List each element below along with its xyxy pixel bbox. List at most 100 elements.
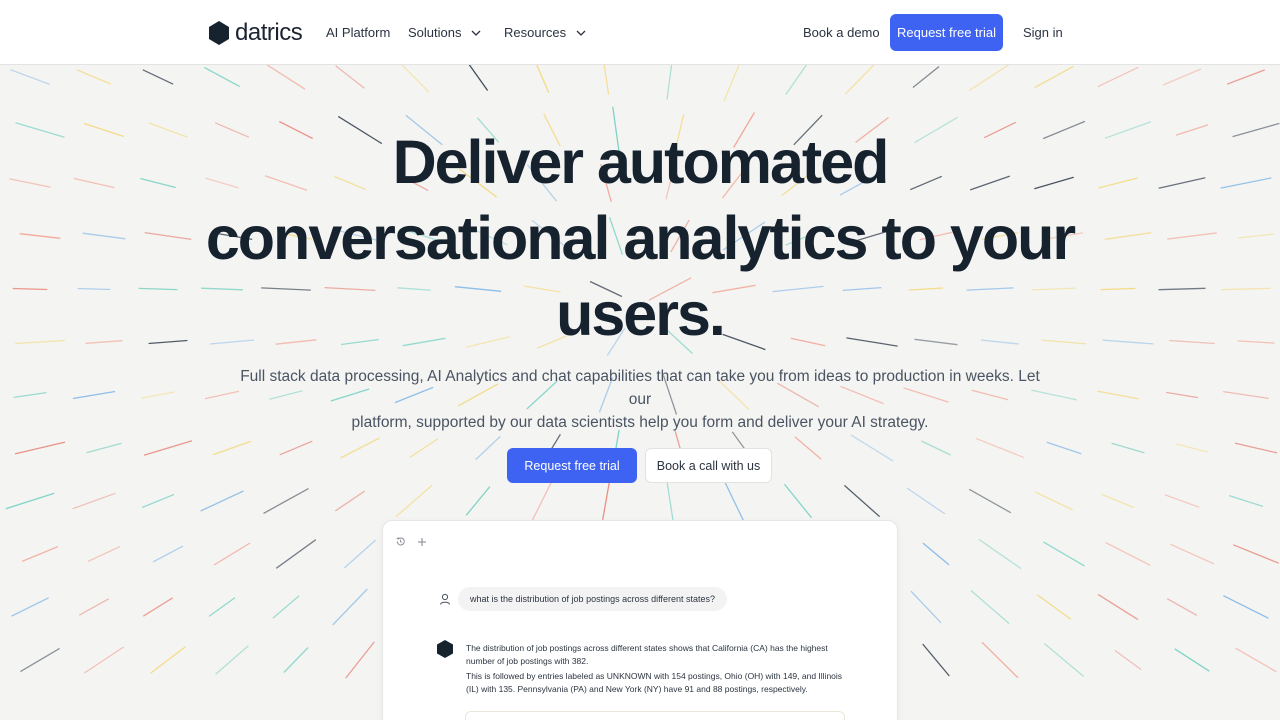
decorative-line xyxy=(844,65,875,95)
bot-response-paragraph: This is followed by entries labeled as U… xyxy=(466,671,843,694)
decorative-line xyxy=(275,539,317,569)
decorative-line xyxy=(152,545,184,563)
hero-title-line2: conversational analytics to your xyxy=(205,204,1076,272)
hero-title: Deliver automated conversational analyti… xyxy=(200,124,1080,352)
hexagon-logo-icon xyxy=(209,21,229,45)
hero-title-line3: users. xyxy=(556,280,726,348)
decorative-line xyxy=(1102,339,1154,345)
decorative-line xyxy=(144,231,192,241)
decorative-line xyxy=(142,69,174,85)
sign-in-link[interactable]: Sign in xyxy=(1023,25,1063,40)
decorative-line xyxy=(73,177,115,189)
decorative-line xyxy=(409,438,439,458)
decorative-line xyxy=(1105,542,1151,566)
decorative-line xyxy=(204,390,240,400)
bot-response: The distribution of job postings across … xyxy=(466,642,846,696)
decorative-line xyxy=(395,484,433,518)
user-icon xyxy=(440,593,450,605)
decorative-line xyxy=(215,645,249,675)
decorative-line xyxy=(1164,494,1200,508)
decorative-line xyxy=(1097,593,1139,621)
chat-input-box[interactable] xyxy=(465,711,845,720)
user-message-row: what is the distribution of job postings… xyxy=(438,587,727,611)
nav-solutions[interactable]: Solutions xyxy=(408,25,481,40)
decorative-line xyxy=(1104,232,1152,240)
chevron-down-icon xyxy=(472,30,481,36)
book-demo-link[interactable]: Book a demo xyxy=(803,25,880,40)
decorative-line xyxy=(1162,68,1202,86)
nav-resources[interactable]: Resources xyxy=(504,25,586,40)
logo[interactable]: datrics xyxy=(208,19,303,47)
decorative-line xyxy=(335,65,365,89)
decorative-line xyxy=(723,479,745,523)
decorative-line xyxy=(1165,391,1199,399)
decorative-line xyxy=(921,440,951,456)
plus-icon[interactable] xyxy=(417,536,427,550)
decorative-line xyxy=(910,590,942,624)
nav-solutions-label: Solutions xyxy=(408,25,462,40)
decorative-line xyxy=(1111,442,1145,454)
decorative-line xyxy=(12,287,48,291)
decorative-line xyxy=(1229,494,1263,508)
decorative-line xyxy=(20,647,60,673)
decorative-line xyxy=(906,487,946,515)
decorative-line xyxy=(602,481,610,521)
request-trial-button[interactable]: Request free trial xyxy=(507,448,637,483)
decorative-line xyxy=(785,65,808,95)
bot-response-paragraph: The distribution of job postings across … xyxy=(466,643,828,666)
decorative-line xyxy=(9,178,51,188)
hero-subtitle: Full stack data processing, AI Analytics… xyxy=(240,365,1040,434)
decorative-line xyxy=(345,641,375,679)
nav-ai-platform[interactable]: AI Platform xyxy=(326,25,390,40)
decorative-line xyxy=(141,391,175,399)
decorative-line xyxy=(1175,124,1209,136)
decorative-line xyxy=(975,437,1025,459)
decorative-line xyxy=(148,339,188,345)
decorative-line xyxy=(536,65,550,94)
decorative-line xyxy=(1235,647,1277,673)
decorative-line xyxy=(343,539,377,569)
decorative-line xyxy=(1169,339,1215,345)
decorative-line xyxy=(1043,643,1085,677)
decorative-line xyxy=(794,436,822,460)
logo-text: datrics xyxy=(235,19,303,46)
decorative-line xyxy=(1036,594,1072,620)
decorative-line xyxy=(603,65,610,95)
decorative-line xyxy=(1232,122,1280,138)
decorative-line xyxy=(1226,69,1266,85)
decorative-line xyxy=(340,437,380,459)
history-icon[interactable] xyxy=(395,536,406,550)
decorative-line xyxy=(15,339,65,345)
decorative-line xyxy=(1220,177,1272,189)
decorative-line xyxy=(21,545,59,563)
decorative-line xyxy=(272,595,300,619)
decorative-line xyxy=(283,647,309,673)
decorative-line xyxy=(1233,544,1279,564)
decorative-line xyxy=(1097,66,1139,88)
decorative-line xyxy=(850,434,894,462)
decorative-line xyxy=(208,597,236,617)
decorative-line xyxy=(76,69,112,85)
decorative-line xyxy=(922,643,950,677)
decorative-line xyxy=(279,440,313,456)
decorative-line xyxy=(1223,595,1269,619)
decorative-line xyxy=(475,435,501,461)
decorative-line xyxy=(465,486,491,516)
decorative-line xyxy=(82,232,126,240)
decorative-line xyxy=(1166,598,1198,616)
decorative-line xyxy=(266,65,306,90)
decorative-line xyxy=(142,597,174,617)
decorative-line xyxy=(10,69,50,85)
decorative-line xyxy=(843,484,881,518)
decorative-line xyxy=(150,646,186,674)
decorative-line xyxy=(666,65,673,100)
book-call-button[interactable]: Book a call with us xyxy=(645,448,772,483)
decorative-line xyxy=(86,442,122,454)
header-request-trial-button[interactable]: Request free trial xyxy=(890,14,1003,51)
decorative-line xyxy=(1169,543,1215,565)
decorative-line xyxy=(978,538,1022,570)
decorative-line xyxy=(141,493,175,509)
decorative-line xyxy=(1104,121,1152,139)
decorative-line xyxy=(970,590,1010,624)
decorative-line xyxy=(1174,648,1210,672)
